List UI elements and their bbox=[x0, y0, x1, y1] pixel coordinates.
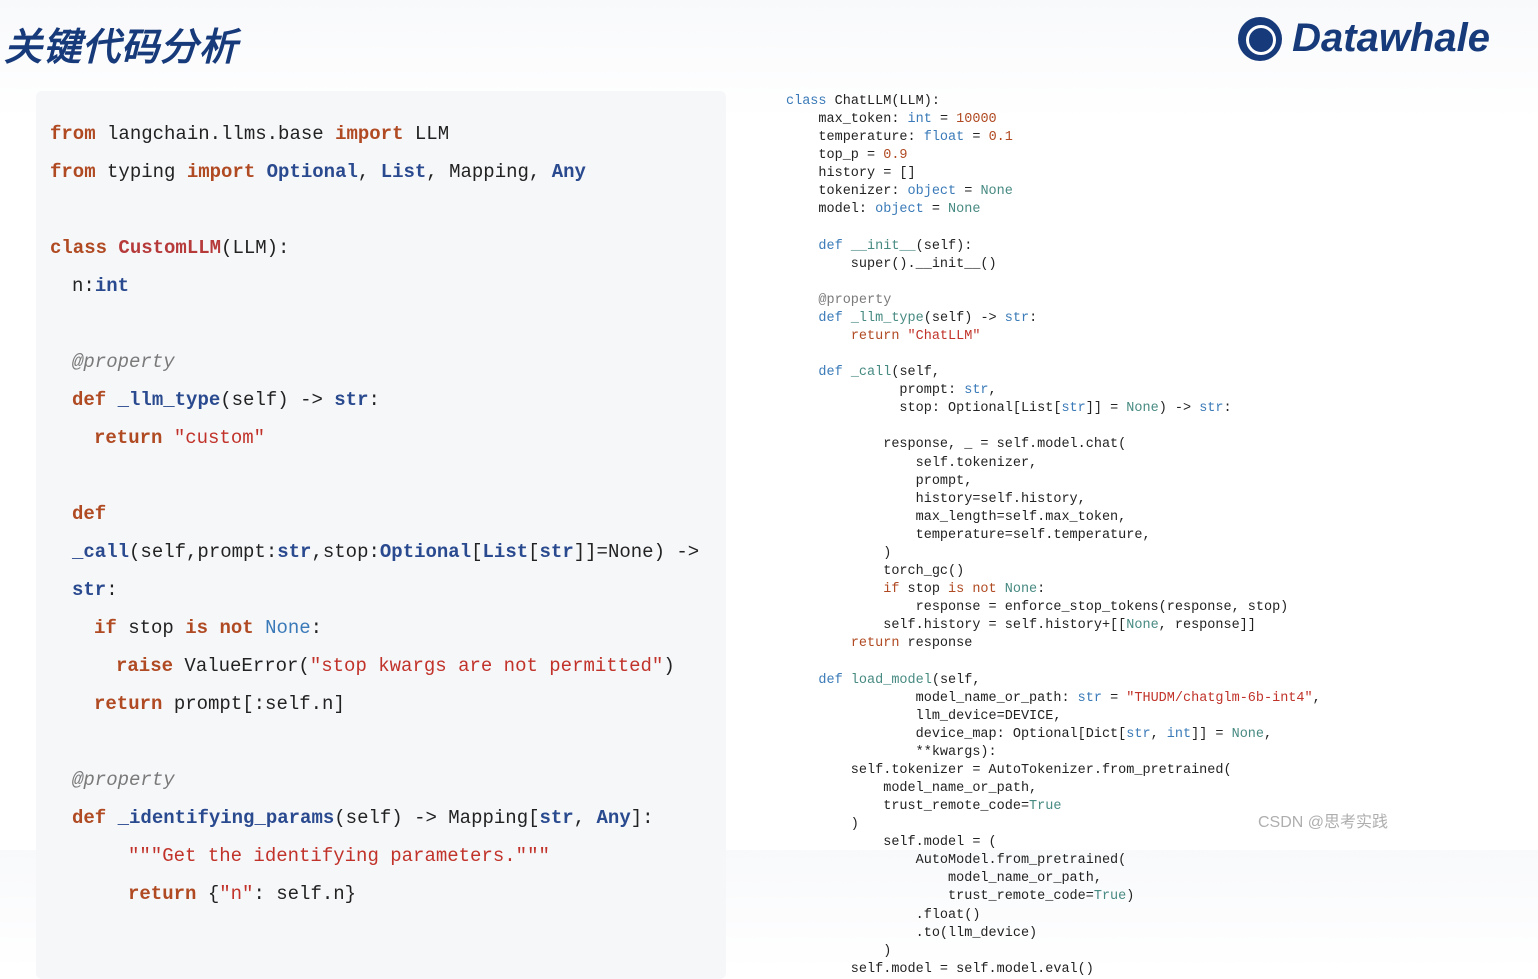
code-line: def _call(self,prompt:str,stop:Optional[… bbox=[50, 495, 710, 609]
code-line: """Get the identifying parameters.""" bbox=[50, 837, 710, 875]
code-line: from langchain.llms.base import LLM bbox=[50, 115, 710, 153]
code-line bbox=[50, 723, 710, 761]
whale-icon bbox=[1238, 17, 1282, 61]
brand-name: Datawhale bbox=[1292, 16, 1490, 61]
content-area: from langchain.llms.base import LLMfrom … bbox=[0, 71, 1538, 979]
code-line: raise ValueError("stop kwargs are not pe… bbox=[50, 647, 710, 685]
code-line: return prompt[:self.n] bbox=[50, 685, 710, 723]
code-line: return "custom" bbox=[50, 419, 710, 457]
code-line: from typing import Optional, List, Mappi… bbox=[50, 153, 710, 191]
code-line: @property bbox=[50, 761, 710, 799]
slide-header: 关键代码分析 Datawhale bbox=[0, 0, 1538, 71]
code-line bbox=[50, 191, 710, 229]
brand-logo: Datawhale bbox=[1238, 16, 1490, 61]
slide-title: 关键代码分析 bbox=[4, 16, 238, 71]
code-line: if stop is not None: bbox=[50, 609, 710, 647]
left-code-block: from langchain.llms.base import LLMfrom … bbox=[36, 91, 726, 979]
code-line: n:int bbox=[50, 267, 710, 305]
watermark-text: CSDN @思考实践 bbox=[1258, 808, 1388, 832]
code-line: return {"n": self.n} bbox=[50, 875, 710, 913]
code-line: def _identifying_params(self) -> Mapping… bbox=[50, 799, 710, 837]
code-pre: class ChatLLM(LLM): max_token: int = 100… bbox=[786, 93, 1321, 979]
right-code-block: class ChatLLM(LLM): max_token: int = 100… bbox=[786, 91, 1321, 979]
code-line bbox=[50, 305, 710, 343]
code-line: class CustomLLM(LLM): bbox=[50, 229, 710, 267]
code-line: def _llm_type(self) -> str: bbox=[50, 381, 710, 419]
code-line bbox=[50, 457, 710, 495]
code-line: @property bbox=[50, 343, 710, 381]
